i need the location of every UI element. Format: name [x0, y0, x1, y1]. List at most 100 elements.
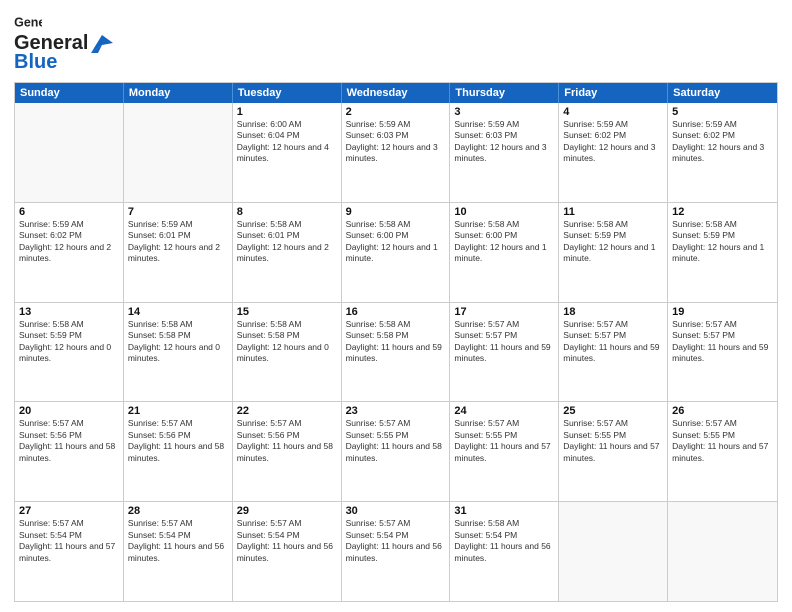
day-info: Sunrise: 5:58 AM Sunset: 5:58 PM Dayligh…: [237, 319, 337, 365]
calendar-row-4: 27Sunrise: 5:57 AM Sunset: 5:54 PM Dayli…: [15, 501, 777, 601]
calendar-cell: 17Sunrise: 5:57 AM Sunset: 5:57 PM Dayli…: [450, 303, 559, 402]
day-number: 29: [237, 505, 337, 517]
calendar-cell: 21Sunrise: 5:57 AM Sunset: 5:56 PM Dayli…: [124, 402, 233, 501]
header-day-saturday: Saturday: [668, 83, 777, 103]
day-info: Sunrise: 5:58 AM Sunset: 6:01 PM Dayligh…: [237, 219, 337, 265]
day-info: Sunrise: 5:58 AM Sunset: 6:00 PM Dayligh…: [454, 219, 554, 265]
day-number: 30: [346, 505, 446, 517]
day-number: 8: [237, 206, 337, 218]
calendar-cell: 7Sunrise: 5:59 AM Sunset: 6:01 PM Daylig…: [124, 203, 233, 302]
day-info: Sunrise: 5:58 AM Sunset: 5:58 PM Dayligh…: [346, 319, 446, 365]
day-info: Sunrise: 5:57 AM Sunset: 5:57 PM Dayligh…: [672, 319, 773, 365]
day-info: Sunrise: 5:59 AM Sunset: 6:03 PM Dayligh…: [454, 119, 554, 165]
day-info: Sunrise: 6:00 AM Sunset: 6:04 PM Dayligh…: [237, 119, 337, 165]
logo-blue: Blue: [14, 51, 57, 74]
day-number: 2: [346, 106, 446, 118]
day-number: 17: [454, 306, 554, 318]
page: General General Blue SundayMondayTuesday…: [0, 0, 792, 612]
calendar-row-1: 6Sunrise: 5:59 AM Sunset: 6:02 PM Daylig…: [15, 202, 777, 302]
day-number: 14: [128, 306, 228, 318]
calendar-row-3: 20Sunrise: 5:57 AM Sunset: 5:56 PM Dayli…: [15, 401, 777, 501]
calendar: SundayMondayTuesdayWednesdayThursdayFrid…: [14, 82, 778, 602]
day-number: 20: [19, 405, 119, 417]
day-info: Sunrise: 5:57 AM Sunset: 5:57 PM Dayligh…: [563, 319, 663, 365]
day-number: 5: [672, 106, 773, 118]
day-number: 19: [672, 306, 773, 318]
day-info: Sunrise: 5:59 AM Sunset: 6:02 PM Dayligh…: [672, 119, 773, 165]
header-day-monday: Monday: [124, 83, 233, 103]
day-info: Sunrise: 5:58 AM Sunset: 5:59 PM Dayligh…: [19, 319, 119, 365]
calendar-cell: 2Sunrise: 5:59 AM Sunset: 6:03 PM Daylig…: [342, 103, 451, 202]
calendar-cell: 6Sunrise: 5:59 AM Sunset: 6:02 PM Daylig…: [15, 203, 124, 302]
logo-icon: General: [14, 14, 42, 32]
header-day-thursday: Thursday: [450, 83, 559, 103]
day-number: 11: [563, 206, 663, 218]
calendar-cell: 1Sunrise: 6:00 AM Sunset: 6:04 PM Daylig…: [233, 103, 342, 202]
header-day-sunday: Sunday: [15, 83, 124, 103]
day-number: 13: [19, 306, 119, 318]
day-info: Sunrise: 5:58 AM Sunset: 5:58 PM Dayligh…: [128, 319, 228, 365]
day-info: Sunrise: 5:57 AM Sunset: 5:54 PM Dayligh…: [128, 518, 228, 564]
calendar-cell: 4Sunrise: 5:59 AM Sunset: 6:02 PM Daylig…: [559, 103, 668, 202]
calendar-row-2: 13Sunrise: 5:58 AM Sunset: 5:59 PM Dayli…: [15, 302, 777, 402]
calendar-cell: 18Sunrise: 5:57 AM Sunset: 5:57 PM Dayli…: [559, 303, 668, 402]
calendar-cell: [668, 502, 777, 601]
calendar-cell: 5Sunrise: 5:59 AM Sunset: 6:02 PM Daylig…: [668, 103, 777, 202]
day-number: 12: [672, 206, 773, 218]
calendar-cell: [15, 103, 124, 202]
calendar-cell: 16Sunrise: 5:58 AM Sunset: 5:58 PM Dayli…: [342, 303, 451, 402]
calendar-cell: [559, 502, 668, 601]
day-info: Sunrise: 5:57 AM Sunset: 5:54 PM Dayligh…: [346, 518, 446, 564]
day-info: Sunrise: 5:59 AM Sunset: 6:01 PM Dayligh…: [128, 219, 228, 265]
calendar-cell: 3Sunrise: 5:59 AM Sunset: 6:03 PM Daylig…: [450, 103, 559, 202]
day-info: Sunrise: 5:57 AM Sunset: 5:57 PM Dayligh…: [454, 319, 554, 365]
day-info: Sunrise: 5:59 AM Sunset: 6:02 PM Dayligh…: [563, 119, 663, 165]
header-day-friday: Friday: [559, 83, 668, 103]
day-number: 3: [454, 106, 554, 118]
header-day-wednesday: Wednesday: [342, 83, 451, 103]
calendar-cell: 14Sunrise: 5:58 AM Sunset: 5:58 PM Dayli…: [124, 303, 233, 402]
day-info: Sunrise: 5:58 AM Sunset: 5:54 PM Dayligh…: [454, 518, 554, 564]
day-number: 28: [128, 505, 228, 517]
day-info: Sunrise: 5:59 AM Sunset: 6:03 PM Dayligh…: [346, 119, 446, 165]
day-info: Sunrise: 5:58 AM Sunset: 6:00 PM Dayligh…: [346, 219, 446, 265]
day-number: 7: [128, 206, 228, 218]
day-number: 27: [19, 505, 119, 517]
day-number: 21: [128, 405, 228, 417]
calendar-cell: 25Sunrise: 5:57 AM Sunset: 5:55 PM Dayli…: [559, 402, 668, 501]
day-number: 31: [454, 505, 554, 517]
calendar-cell: 22Sunrise: 5:57 AM Sunset: 5:56 PM Dayli…: [233, 402, 342, 501]
calendar-cell: 13Sunrise: 5:58 AM Sunset: 5:59 PM Dayli…: [15, 303, 124, 402]
calendar-cell: 31Sunrise: 5:58 AM Sunset: 5:54 PM Dayli…: [450, 502, 559, 601]
day-number: 4: [563, 106, 663, 118]
day-number: 24: [454, 405, 554, 417]
day-info: Sunrise: 5:57 AM Sunset: 5:54 PM Dayligh…: [237, 518, 337, 564]
day-info: Sunrise: 5:57 AM Sunset: 5:56 PM Dayligh…: [19, 418, 119, 464]
calendar-cell: 28Sunrise: 5:57 AM Sunset: 5:54 PM Dayli…: [124, 502, 233, 601]
calendar-cell: 27Sunrise: 5:57 AM Sunset: 5:54 PM Dayli…: [15, 502, 124, 601]
day-info: Sunrise: 5:57 AM Sunset: 5:55 PM Dayligh…: [346, 418, 446, 464]
calendar-cell: 10Sunrise: 5:58 AM Sunset: 6:00 PM Dayli…: [450, 203, 559, 302]
calendar-cell: 11Sunrise: 5:58 AM Sunset: 5:59 PM Dayli…: [559, 203, 668, 302]
calendar-cell: 19Sunrise: 5:57 AM Sunset: 5:57 PM Dayli…: [668, 303, 777, 402]
day-number: 15: [237, 306, 337, 318]
header-day-tuesday: Tuesday: [233, 83, 342, 103]
calendar-header: SundayMondayTuesdayWednesdayThursdayFrid…: [15, 83, 777, 103]
svg-text:General: General: [14, 15, 42, 29]
day-info: Sunrise: 5:58 AM Sunset: 5:59 PM Dayligh…: [563, 219, 663, 265]
day-info: Sunrise: 5:57 AM Sunset: 5:54 PM Dayligh…: [19, 518, 119, 564]
day-number: 9: [346, 206, 446, 218]
day-number: 22: [237, 405, 337, 417]
day-info: Sunrise: 5:57 AM Sunset: 5:55 PM Dayligh…: [563, 418, 663, 464]
logo-bird-icon: [91, 35, 113, 53]
day-number: 25: [563, 405, 663, 417]
day-number: 10: [454, 206, 554, 218]
day-info: Sunrise: 5:59 AM Sunset: 6:02 PM Dayligh…: [19, 219, 119, 265]
calendar-cell: 23Sunrise: 5:57 AM Sunset: 5:55 PM Dayli…: [342, 402, 451, 501]
calendar-cell: 8Sunrise: 5:58 AM Sunset: 6:01 PM Daylig…: [233, 203, 342, 302]
calendar-cell: 26Sunrise: 5:57 AM Sunset: 5:55 PM Dayli…: [668, 402, 777, 501]
logo: General General Blue: [14, 12, 113, 74]
calendar-cell: 20Sunrise: 5:57 AM Sunset: 5:56 PM Dayli…: [15, 402, 124, 501]
day-number: 6: [19, 206, 119, 218]
day-info: Sunrise: 5:57 AM Sunset: 5:56 PM Dayligh…: [128, 418, 228, 464]
